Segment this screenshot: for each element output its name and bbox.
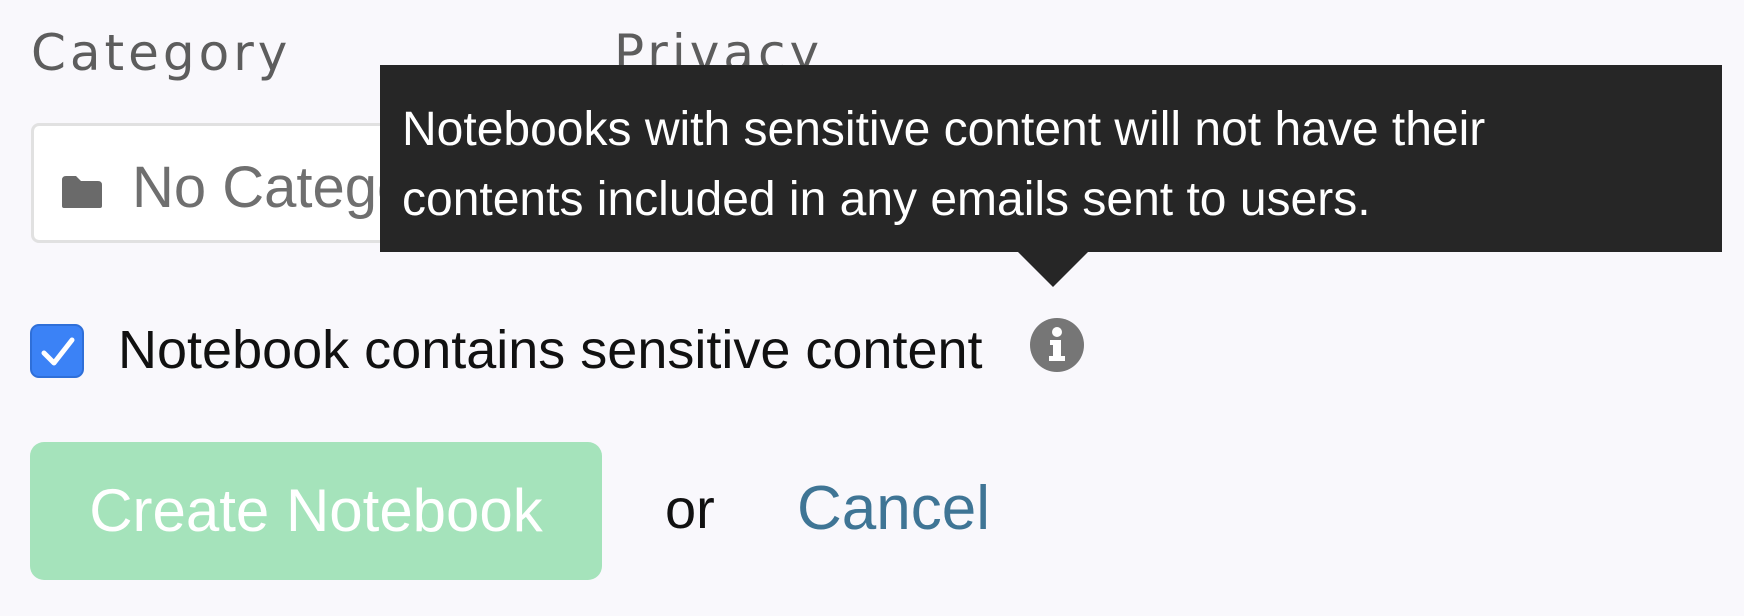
sensitive-content-tooltip: Notebooks with sensitive content will no… [380, 65, 1722, 252]
sensitive-content-checkbox[interactable] [30, 324, 84, 378]
cancel-link[interactable]: Cancel [797, 472, 990, 546]
tooltip-arrow [1017, 251, 1089, 287]
tooltip-line: Notebooks with sensitive content will no… [402, 103, 1486, 156]
sensitive-content-label[interactable]: Notebook contains sensitive content [118, 318, 983, 383]
checkmark-icon [41, 337, 75, 366]
info-icon[interactable] [1030, 318, 1084, 372]
or-text: or [665, 477, 715, 540]
tooltip-line: contents included in any emails sent to … [402, 173, 1371, 226]
create-notebook-button[interactable]: Create Notebook [30, 442, 602, 580]
category-label: Category [31, 24, 292, 82]
folder-icon [60, 174, 104, 210]
